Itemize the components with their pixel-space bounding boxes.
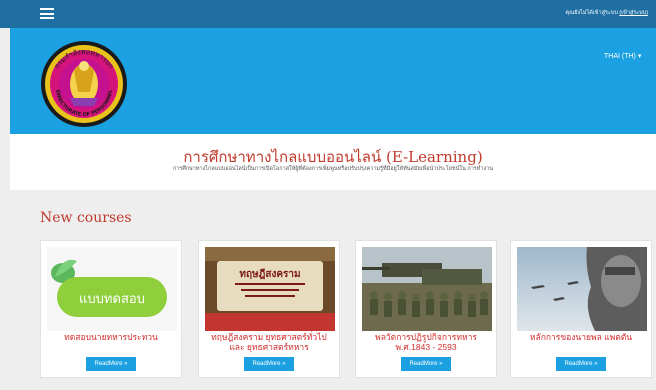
course-card[interactable]: ทฤษฎีสงคราม ทฤษฎีสงคราม ยุทธศาสตร์ทั่วไป… xyxy=(198,240,340,378)
course-title[interactable]: พลวัตการปฏิรูปกิจการทหาร พ.ศ.1843 - 2593 xyxy=(360,332,492,352)
course-thumbnail: ทฤษฎีสงคราม xyxy=(205,247,335,331)
course-card[interactable]: หลักการของนายพล แพตตัน ReadMore » xyxy=(510,240,652,378)
organization-logo: กรมกำลังพลทหารบก DIRECTORATE OF PERSONNE… xyxy=(41,41,127,127)
course-card[interactable]: พลวัตการปฏิรูปกิจการทหาร พ.ศ.1843 - 2593… xyxy=(355,240,497,378)
course-card[interactable]: แบบทดสอบ ทดสอบนายทหารประทวน ReadMore » xyxy=(40,240,182,378)
login-status: คุณยังไม่ได้เข้าสู่ระบบ (เข้าสู่ระบบ) xyxy=(565,9,648,17)
language-selector[interactable]: THAI (TH) ▾ xyxy=(604,52,641,60)
page-subtitle: การศึกษาทางไกลแบบออนไลน์เป็นการเปิดโอกาส… xyxy=(172,166,494,172)
course-thumbnail: แบบทดสอบ xyxy=(47,247,177,331)
course-title[interactable]: ทฤษฎีสงคราม ยุทธศาสตร์ทั่วไป และ ยุทธศาส… xyxy=(203,332,335,352)
readmore-button[interactable]: ReadMore » xyxy=(401,357,451,371)
site-banner: การศึกษาทางไกลแบบออนไลน์ (E-Learning) กา… xyxy=(10,134,656,190)
site-header: กรมกำลังพลทหารบก DIRECTORATE OF PERSONNE… xyxy=(10,28,656,134)
readmore-button[interactable]: ReadMore » xyxy=(86,357,136,371)
new-courses-heading: New courses xyxy=(40,210,132,226)
top-navbar: คุณยังไม่ได้เข้าสู่ระบบ (เข้าสู่ระบบ) xyxy=(0,0,656,28)
course-title[interactable]: ทดสอบนายทหารประทวน xyxy=(45,332,177,343)
login-link[interactable]: (เข้าสู่ระบบ) xyxy=(619,10,648,16)
course-thumbnail xyxy=(362,247,492,331)
readmore-button[interactable]: ReadMore » xyxy=(556,357,606,371)
login-status-text: คุณยังไม่ได้เข้าสู่ระบบ xyxy=(565,10,618,16)
course-thumbnail xyxy=(517,247,647,331)
thumb-text: แบบทดสอบ xyxy=(79,292,145,307)
readmore-button[interactable]: ReadMore » xyxy=(244,357,294,371)
menu-icon[interactable] xyxy=(40,8,54,19)
thumb-text: ทฤษฎีสงคราม xyxy=(239,268,300,280)
course-title[interactable]: หลักการของนายพล แพตตัน xyxy=(515,332,647,343)
